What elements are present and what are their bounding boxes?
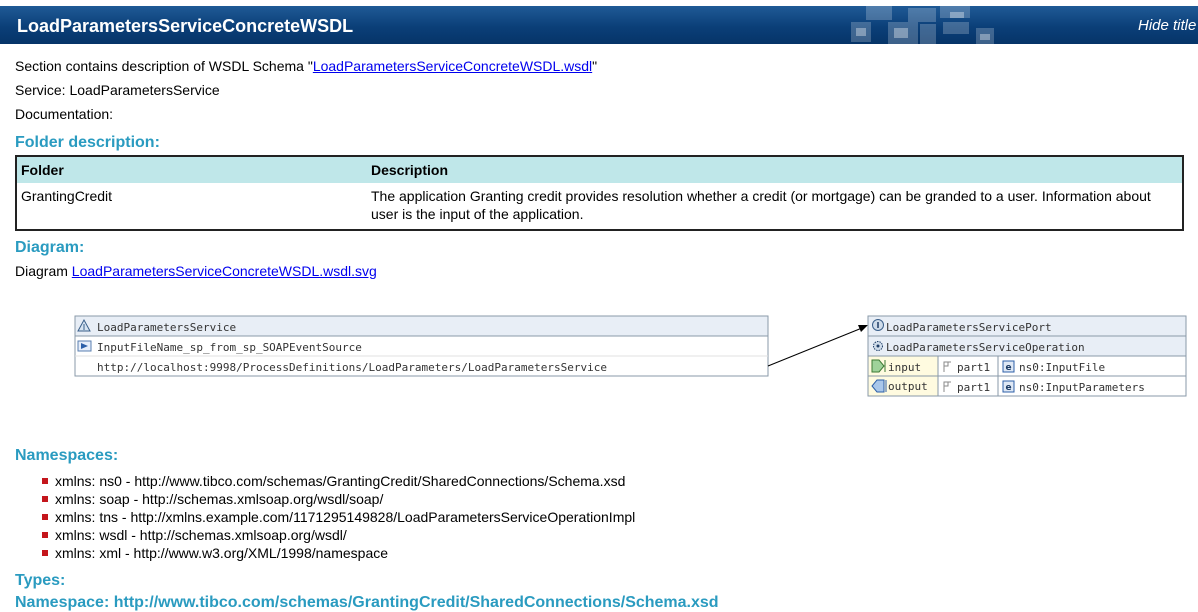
input-element: ns0:InputFile (1019, 361, 1105, 374)
types-heading: Types: (15, 572, 66, 589)
title-bar: LoadParametersServiceConcreteWSDL Hide t… (0, 6, 1198, 44)
wsdl-diagram: LoadParametersService InputFileName_sp_f… (74, 315, 1187, 397)
element-icon: e (1002, 360, 1015, 373)
connector-arrowhead (858, 325, 868, 332)
namespace-text: xmlns: tns - http://xmlns.example.com/11… (55, 509, 636, 525)
diagram-heading: Diagram: (15, 239, 85, 256)
output-element: ns0:InputParameters (1019, 381, 1145, 394)
header-decoration (851, 6, 994, 44)
section-prefix: Section contains description of WSDL Sch… (15, 58, 313, 74)
interface-icon (872, 319, 884, 331)
service-name: LoadParametersService (97, 321, 236, 334)
list-item: xmlns: ns0 - http://www.tibco.com/schema… (40, 472, 635, 490)
diagram-prefix: Diagram (15, 263, 72, 279)
column-header-description: Description (367, 156, 1183, 183)
folder-table: Folder Description GrantingCredit The ap… (15, 155, 1184, 231)
porttype-name: LoadParametersServicePort (886, 321, 1052, 334)
service-box: LoadParametersService InputFileName_sp_f… (74, 315, 769, 377)
section-suffix: " (592, 58, 598, 74)
operation-name: LoadParametersServiceOperation (886, 341, 1085, 354)
section-description: Section contains description of WSDL Sch… (15, 58, 597, 74)
namespace-text: xmlns: wsdl - http://schemas.xmlsoap.org… (55, 527, 347, 543)
bullet-icon (42, 550, 48, 556)
list-item: xmlns: tns - http://xmlns.example.com/11… (40, 508, 635, 526)
hide-title-link[interactable]: Hide title (1138, 17, 1196, 34)
diagram-svg-link[interactable]: LoadParametersServiceConcreteWSDL.wsdl.s… (72, 263, 377, 279)
list-item: xmlns: soap - http://schemas.xmlsoap.org… (40, 490, 635, 508)
namespace-text: xmlns: xml - http://www.w3.org/XML/1998/… (55, 545, 389, 561)
namespace-text: xmlns: soap - http://schemas.xmlsoap.org… (55, 491, 384, 507)
output-label: output (888, 380, 928, 393)
documentation-line: Documentation: (15, 106, 114, 122)
description-cell: The application Granting credit provides… (371, 188, 1151, 222)
service-line: Service: LoadParametersService (15, 82, 220, 98)
table-row: GrantingCredit The application Granting … (16, 183, 1183, 230)
input-part: part1 (957, 361, 990, 374)
folder-description-heading: Folder description: (15, 134, 160, 151)
element-icon: e (1002, 380, 1015, 393)
service-port: InputFileName_sp_from_sp_SOAPEventSource (97, 341, 362, 354)
wsdl-schema-link[interactable]: LoadParametersServiceConcreteWSDL.wsdl (313, 58, 592, 74)
service-to-port-connector (767, 327, 863, 367)
bullet-icon (42, 478, 48, 484)
diagram-line: Diagram LoadParametersServiceConcreteWSD… (15, 263, 377, 279)
types-namespace-line: Namespace: http://www.tibco.com/schemas/… (15, 594, 719, 611)
column-header-folder: Folder (16, 156, 367, 183)
service-address: http://localhost:9998/ProcessDefinitions… (97, 361, 607, 374)
bullet-icon (42, 532, 48, 538)
folder-cell: GrantingCredit (21, 188, 113, 204)
namespace-list: xmlns: ns0 - http://www.tibco.com/schema… (40, 472, 635, 562)
porttype-box: LoadParametersServicePort LoadParameters… (867, 315, 1187, 397)
list-item: xmlns: xml - http://www.w3.org/XML/1998/… (40, 544, 635, 562)
bullet-icon (42, 496, 48, 502)
svg-text:e: e (1006, 383, 1012, 393)
output-part: part1 (957, 381, 990, 394)
svg-text:e: e (1006, 363, 1012, 373)
folder-table-header: Folder Description (16, 156, 1183, 183)
namespace-text: xmlns: ns0 - http://www.tibco.com/schema… (55, 473, 626, 489)
input-label: input (888, 361, 921, 374)
page-title: LoadParametersServiceConcreteWSDL (17, 16, 354, 36)
port-arrow-icon (77, 340, 92, 352)
bullet-icon (42, 514, 48, 520)
operation-gear-icon (873, 341, 883, 351)
list-item: xmlns: wsdl - http://schemas.xmlsoap.org… (40, 526, 635, 544)
namespaces-heading: Namespaces: (15, 447, 119, 464)
